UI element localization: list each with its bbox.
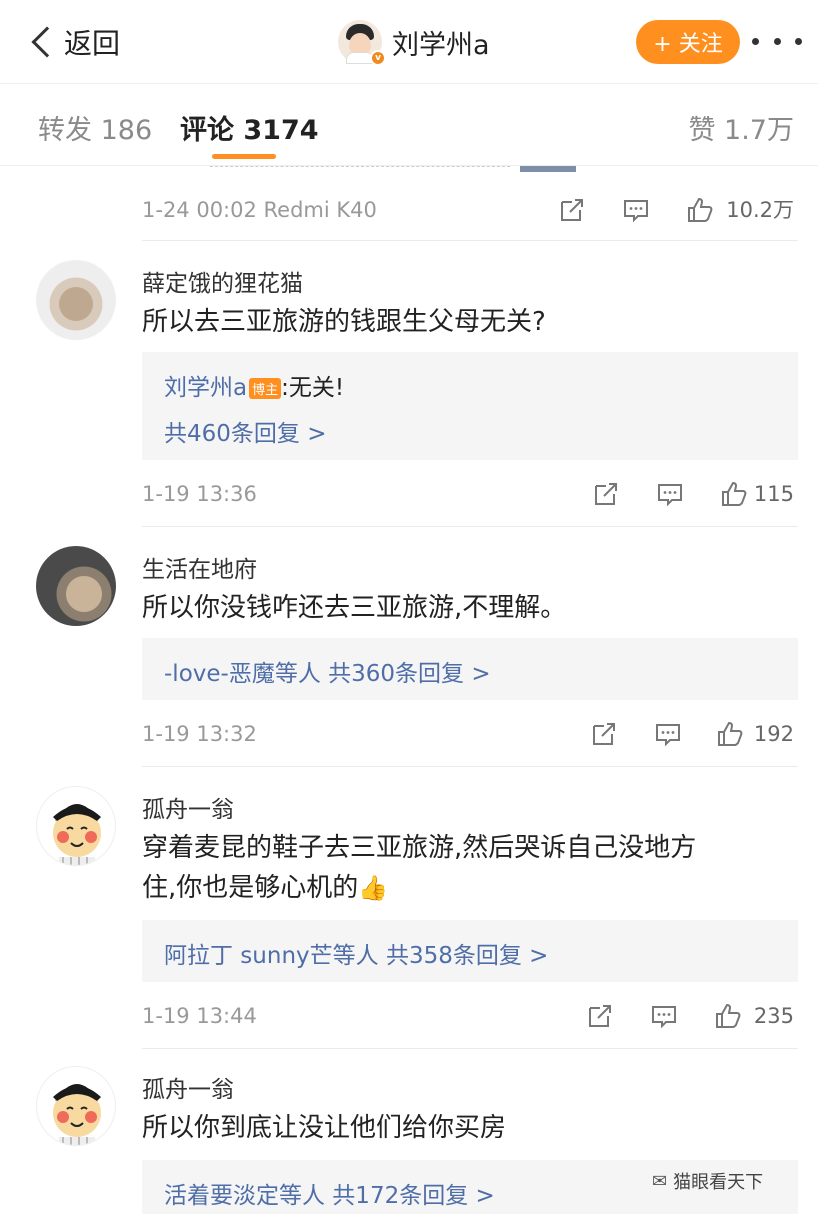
reply-box[interactable]: 阿拉丁 sunny芒等人 共358条回复 > (142, 920, 798, 982)
comment-text: 住,你也是够心机的 (142, 873, 359, 903)
like-count: 192 (753, 722, 794, 746)
comment-icon[interactable] (656, 480, 684, 508)
comment-username[interactable]: 孤舟一翁 (142, 1070, 234, 1104)
reply-text: :无关! (281, 375, 345, 401)
follow-button[interactable]: + 关注 (636, 20, 740, 64)
comment-icon[interactable] (622, 196, 650, 224)
avatar[interactable] (36, 786, 116, 866)
comment-text: 所以你到底让没让他们给你买房 (142, 1113, 507, 1143)
comment-icon[interactable] (654, 720, 682, 748)
watermark-text: 猫眼看天下 (673, 1172, 764, 1193)
tab-repost[interactable]: 转发 186 (38, 108, 152, 147)
avatar[interactable]: v (338, 20, 386, 66)
profile-header[interactable]: v 刘学州a (338, 18, 490, 66)
avatar[interactable] (36, 260, 116, 340)
cartoon-face-icon (53, 1084, 101, 1145)
reply-count-link[interactable]: 共460条回复 > (164, 414, 326, 448)
comment-username[interactable]: 薛定饿的狸花猫 (142, 264, 303, 298)
avatar[interactable] (36, 1066, 116, 1146)
comment-meta-row: 1-19 13:32 192 (0, 714, 818, 754)
back-label: 返回 (64, 27, 121, 60)
reply-line: 刘学州a 博主:无关! (164, 368, 344, 402)
comment-username[interactable]: 孤舟一翁 (142, 790, 234, 824)
like-count: 10.2万 (726, 198, 794, 222)
wechat-icon: ✉ (652, 1170, 668, 1192)
comment-text-line: 住,你也是够心机的👍 (142, 866, 388, 910)
divider (142, 526, 798, 527)
timestamp: 1-19 13:44 (142, 1004, 257, 1028)
share-icon[interactable] (592, 480, 620, 508)
comment-text: 所以去三亚旅游的钱跟生父母无关? (142, 307, 546, 337)
top-bar: 返回 v 刘学州a + 关注 (0, 0, 818, 84)
like-icon[interactable] (714, 1002, 742, 1030)
divider (210, 166, 510, 170)
reply-author-link[interactable]: 刘学州a (164, 375, 247, 401)
chevron-left-icon (31, 26, 63, 58)
share-icon[interactable] (590, 720, 618, 748)
post-meta-row: 1-24 00:02 Redmi K40 10.2万 (0, 190, 818, 230)
profile-name: 刘学州a (392, 29, 490, 61)
tab-likes[interactable]: 赞 1.7万 (688, 108, 794, 147)
active-tab-indicator (212, 154, 276, 159)
reply-summary-link[interactable]: -love-恶魔等人 共360条回复 > (164, 654, 491, 688)
more-options-icon[interactable] (752, 34, 802, 48)
timestamp: 1-19 13:32 (142, 722, 257, 746)
like-icon[interactable] (720, 480, 748, 508)
share-icon[interactable] (558, 196, 586, 224)
timestamp: 1-24 00:02 Redmi K40 (142, 198, 377, 222)
share-icon[interactable] (586, 1002, 614, 1030)
avatar[interactable] (36, 546, 116, 626)
like-count: 235 (753, 1004, 794, 1028)
comment-meta-row: 1-19 13:36 115 (0, 474, 818, 514)
watermark: ✉ 猫眼看天下 (652, 1168, 763, 1194)
reply-box[interactable]: -love-恶魔等人 共360条回复 > (142, 638, 798, 700)
comment-text-line: 穿着麦昆的鞋子去三亚旅游,然后哭诉自己没地方 (142, 833, 697, 863)
blogger-badge: 博主 (249, 378, 282, 399)
comment-icon[interactable] (650, 1002, 678, 1030)
reply-box[interactable]: 刘学州a 博主:无关! 共460条回复 > (142, 352, 798, 460)
tab-comments[interactable]: 评论 3174 (180, 108, 319, 147)
like-icon[interactable] (716, 720, 744, 748)
reply-summary-link[interactable]: 活着要淡定等人 共172条回复 > (164, 1176, 495, 1210)
comment-meta-row: 1-19 13:44 235 (0, 996, 818, 1036)
divider (142, 766, 798, 767)
like-count: 115 (753, 482, 794, 506)
comment-text: 所以你没钱咋还去三亚旅游,不理解。 (142, 593, 567, 623)
divider (142, 1048, 798, 1049)
verified-badge-icon: v (370, 50, 386, 66)
comment-username[interactable]: 生活在地府 (142, 550, 257, 584)
back-button[interactable]: 返回 (30, 20, 120, 64)
timestamp: 1-19 13:36 (142, 482, 257, 506)
divider (142, 240, 798, 241)
reply-summary-link[interactable]: 阿拉丁 sunny芒等人 共358条回复 > (164, 936, 548, 970)
cartoon-face-icon (53, 804, 101, 865)
tab-bar: 转发 186 评论 3174 赞 1.7万 (0, 88, 818, 166)
truncated-media (520, 166, 576, 172)
like-icon[interactable] (686, 196, 714, 224)
thumbs-up-emoji-icon: 👍 (358, 874, 389, 902)
